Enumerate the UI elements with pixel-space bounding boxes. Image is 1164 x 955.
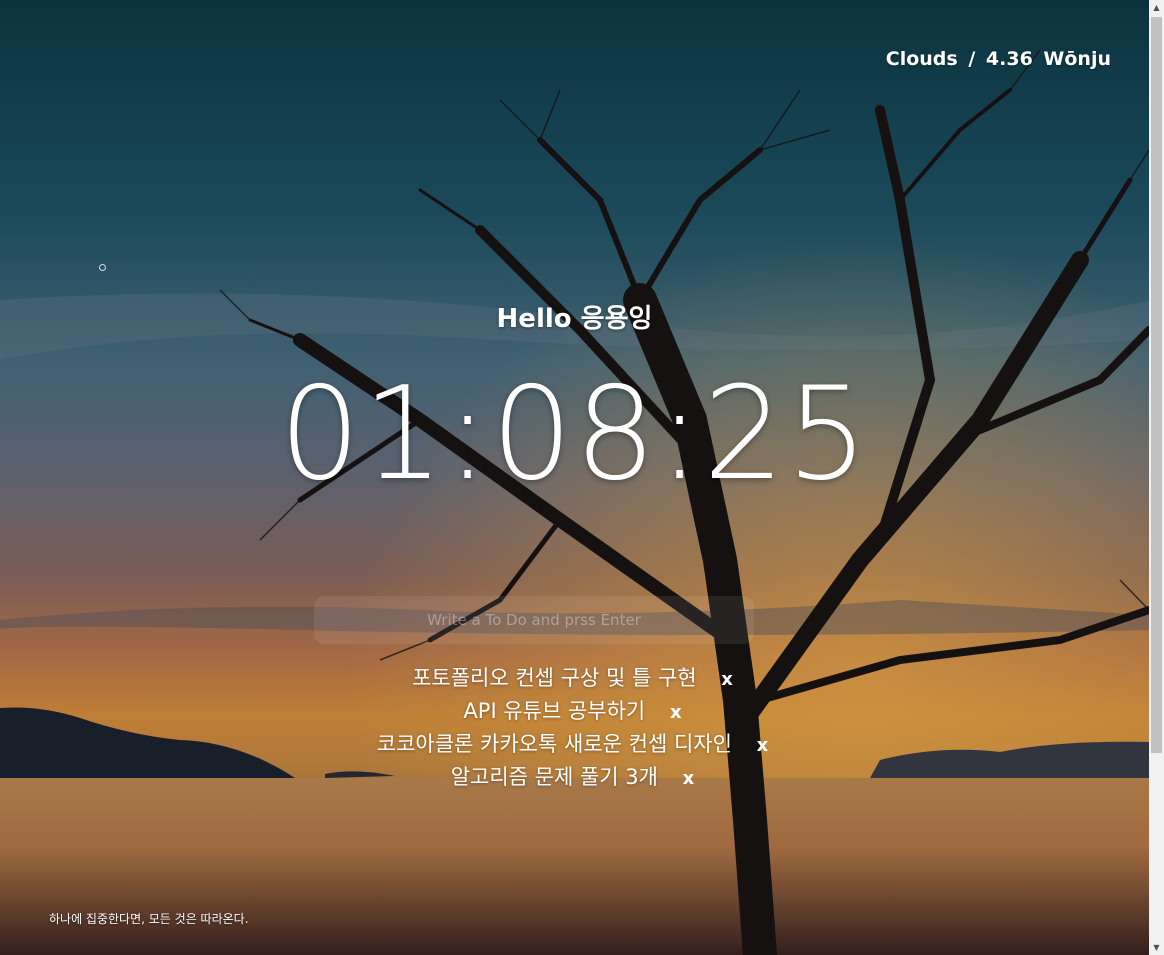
todo-list: 포토폴리오 컨셉 구상 및 틀 구현 x API 유튜브 공부하기 x 코코아클…: [0, 662, 1149, 794]
vertical-scrollbar[interactable]: ▲ ▼: [1149, 0, 1164, 955]
quote-text: 하나에 집중한다면, 모든 것은 따라온다.: [49, 912, 249, 926]
todo-input[interactable]: [314, 596, 754, 644]
todo-item: API 유튜브 공부하기 x: [0, 695, 1149, 728]
scroll-down-arrow-icon[interactable]: ▼: [1149, 940, 1164, 955]
todo-item: 코코아클론 카카오톡 새로운 컨셉 디자인 x: [0, 728, 1149, 761]
weather-temperature: 4.36: [985, 48, 1033, 70]
page-viewport: Clouds / 4.36 Wōnju Hello 응용잉 01:08:25 포…: [0, 0, 1149, 955]
todo-text: 포토폴리오 컨셉 구상 및 틀 구현: [412, 666, 697, 690]
circle-dot-icon: [99, 264, 106, 271]
todo-text: API 유튜브 공부하기: [463, 699, 646, 723]
delete-todo-button[interactable]: x: [753, 735, 773, 756]
greeting-text: Hello 응용잉: [496, 304, 653, 334]
clock-time: 01:08:25: [279, 360, 870, 509]
delete-todo-button[interactable]: x: [717, 669, 737, 690]
todo-form: [314, 596, 754, 644]
weather-condition: Clouds: [885, 48, 958, 70]
weather-separator: /: [968, 48, 976, 70]
delete-todo-button[interactable]: x: [666, 702, 686, 723]
scroll-up-arrow-icon[interactable]: ▲: [1149, 0, 1164, 15]
delete-todo-button[interactable]: x: [679, 768, 699, 789]
todo-item: 포토폴리오 컨셉 구상 및 틀 구현 x: [0, 662, 1149, 695]
weather-widget: Clouds / 4.36 Wōnju: [884, 48, 1113, 70]
scrollbar-thumb[interactable]: [1151, 17, 1162, 753]
todo-item: 알고리즘 문제 풀기 3개 x: [0, 761, 1149, 794]
weather-city: Wōnju: [1043, 48, 1111, 70]
todo-text: 코코아클론 카카오톡 새로운 컨셉 디자인: [376, 732, 732, 756]
todo-text: 알고리즘 문제 풀기 3개: [450, 765, 658, 789]
